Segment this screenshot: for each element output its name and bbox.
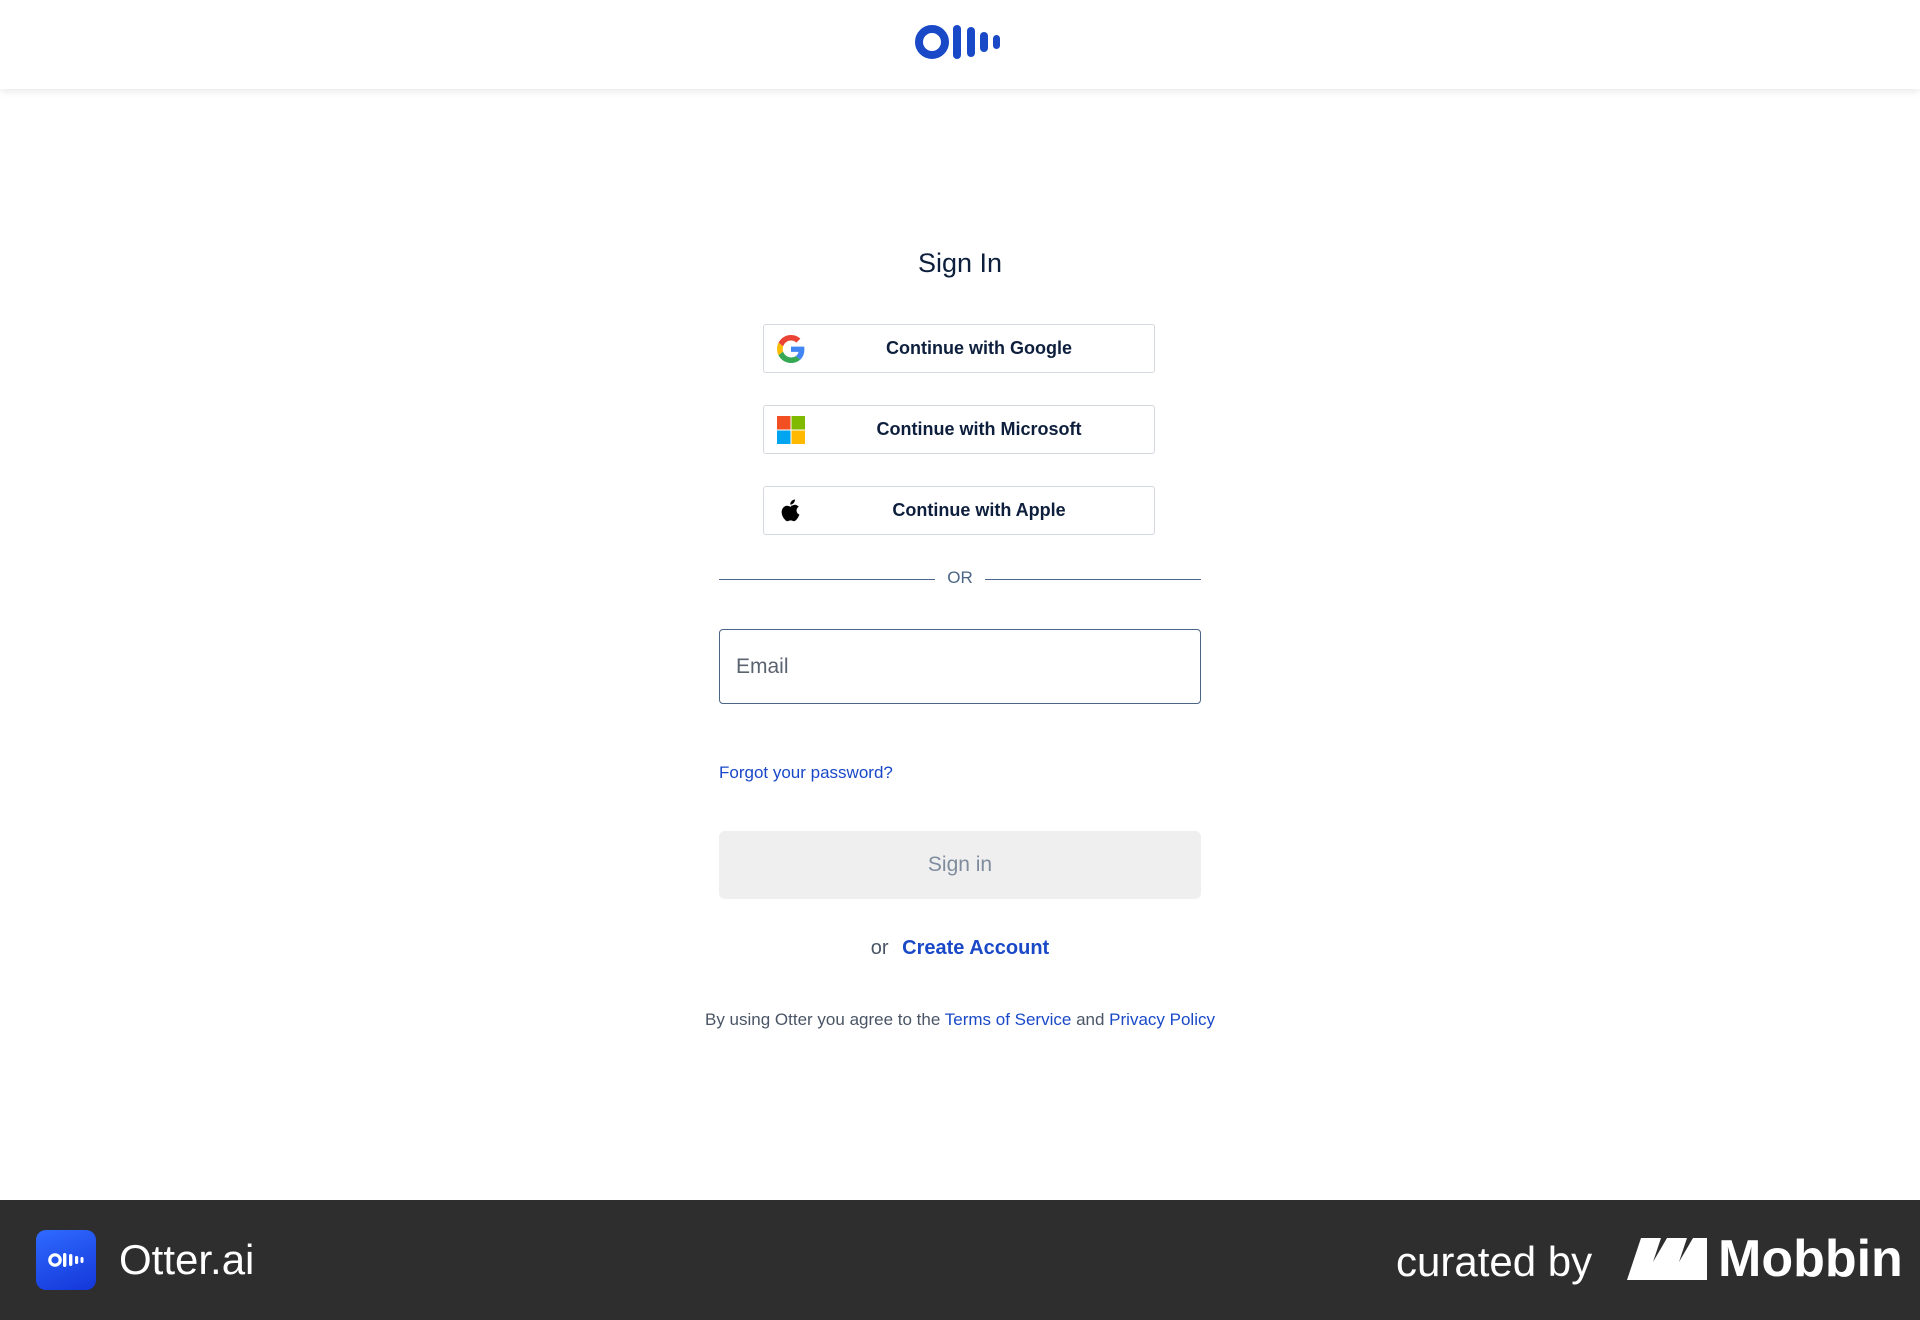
sign-in-button[interactable]: Sign in <box>719 831 1201 899</box>
divider-line-left <box>719 579 935 580</box>
footer-bar: Otter.ai curated by Mobbin <box>0 1200 1920 1320</box>
terms-notice: By using Otter you agree to the Terms of… <box>0 1010 1920 1030</box>
create-account-prefix: or <box>870 937 889 959</box>
microsoft-button-label: Continue with Microsoft <box>876 419 1082 439</box>
mobbin-logo-icon <box>1627 1238 1707 1280</box>
apple-icon <box>781 499 800 522</box>
app-name: Otter.ai <box>119 1236 255 1283</box>
otter-app-icon-glyph <box>48 1253 84 1267</box>
terms-prefix: By using Otter you agree to the <box>705 1010 941 1029</box>
divider-line-right <box>985 579 1201 580</box>
terms-conjunction: and <box>1076 1010 1105 1029</box>
apple-button-label: Continue with Apple <box>892 500 1066 520</box>
create-account-row: or Create Account <box>0 937 1920 960</box>
terms-of-service-link[interactable]: Terms of Service <box>945 1010 1072 1029</box>
curated-by-label: curated by <box>1396 1238 1593 1285</box>
continue-with-microsoft-button[interactable]: Continue with Microsoft <box>763 405 1155 454</box>
or-divider-label: OR <box>947 568 973 587</box>
google-button-label: Continue with Google <box>886 338 1072 358</box>
page-title: Sign In <box>917 248 1003 278</box>
otter-app-icon <box>36 1230 96 1290</box>
otter-logo-icon[interactable] <box>915 22 1005 62</box>
mobbin-name: Mobbin <box>1718 1230 1903 1288</box>
microsoft-icon <box>777 416 805 444</box>
continue-with-google-button[interactable]: Continue with Google <box>763 324 1155 373</box>
create-account-link[interactable]: Create Account <box>902 937 1049 959</box>
continue-with-apple-button[interactable]: Continue with Apple <box>763 486 1155 535</box>
email-input[interactable] <box>719 629 1201 704</box>
privacy-policy-link[interactable]: Privacy Policy <box>1109 1010 1215 1029</box>
top-header <box>0 0 1920 89</box>
google-icon <box>777 335 805 363</box>
forgot-password-link[interactable]: Forgot your password? <box>719 763 893 783</box>
